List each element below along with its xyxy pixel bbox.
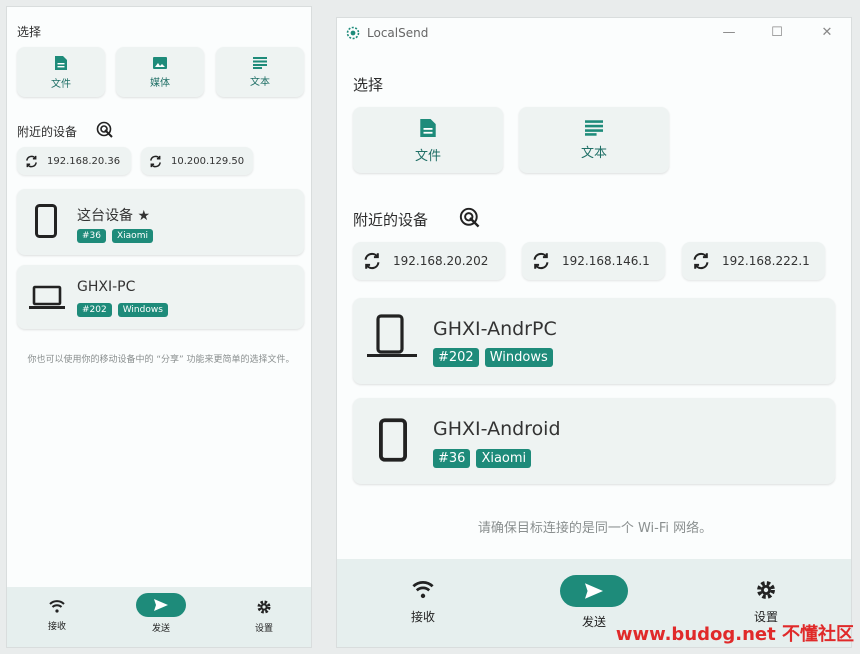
nav-send-label: 发送 — [581, 615, 606, 629]
gear-icon — [755, 579, 777, 601]
phone-laptop-icon — [367, 314, 417, 360]
nav-receive[interactable]: 接收 — [403, 579, 443, 625]
ip-chip-1[interactable]: 192.168.146.1 — [522, 242, 665, 280]
select-heading: 选择 — [17, 25, 42, 39]
device-name: GHXI-Android — [433, 418, 561, 440]
device-id-badge: #36 — [433, 449, 471, 468]
ip-chip-1[interactable]: 10.200.129.50 — [141, 147, 253, 175]
nearby-heading: 附近的设备 — [17, 125, 78, 139]
select-heading: 选择 — [353, 76, 384, 94]
refresh-icon — [149, 155, 162, 168]
nav-receive[interactable]: 接收 — [37, 599, 77, 632]
image-icon — [152, 56, 168, 70]
app-logo-icon — [346, 26, 360, 40]
site-watermark: www.budog.net 不懂社区 — [615, 624, 854, 645]
desktop-app-window: LocalSend — ☐ ✕ 选择 文件 文本 附近的设备 192.168.2… — [336, 17, 852, 648]
laptop-icon — [29, 285, 65, 311]
option-text-button[interactable]: 文本 — [216, 47, 304, 97]
option-text-label: 文本 — [580, 145, 607, 161]
nav-settings-label: 设置 — [254, 624, 273, 634]
option-media-label: 媒体 — [150, 77, 170, 89]
device-os-badge: Windows — [484, 348, 553, 367]
file-icon — [54, 55, 68, 71]
maximize-icon[interactable]: ☐ — [769, 25, 785, 41]
device-brand-badge: Xiaomi — [112, 229, 153, 243]
option-text-label: 文本 — [250, 76, 270, 88]
device-id-badge: #36 — [77, 229, 106, 243]
device-card-this[interactable]: 这台设备 ★ #36 Xiaomi — [17, 189, 304, 255]
nav-receive-label: 接收 — [410, 610, 435, 624]
device-os-badge: Windows — [117, 303, 168, 317]
device-id-badge: #202 — [77, 303, 112, 317]
wifi-hint: 请确保目标连接的是同一个 Wi-Fi 网络。 — [477, 521, 713, 536]
text-icon — [253, 56, 267, 69]
refresh-icon — [25, 155, 38, 168]
mobile-app-window: 选择 文件 媒体 文本 附近的设备 192.168.20.36 10.200.1… — [6, 6, 312, 648]
file-icon — [419, 117, 437, 139]
refresh-icon — [363, 252, 381, 270]
minimize-icon[interactable]: — — [721, 25, 737, 41]
refresh-icon — [692, 252, 710, 270]
ip-chip-0-label: 192.168.20.202 — [393, 254, 489, 268]
scan-icon[interactable] — [459, 207, 481, 229]
device-card-android[interactable]: GHXI-Android #36 Xiaomi — [353, 398, 835, 484]
app-title: LocalSend — [367, 26, 429, 40]
option-file-button[interactable]: 文件 — [17, 47, 105, 97]
refresh-icon — [532, 252, 550, 270]
option-file-label: 文件 — [51, 78, 71, 90]
ip-chip-0-label: 192.168.20.36 — [47, 155, 121, 167]
device-id-badge: #202 — [433, 348, 479, 367]
ip-chip-2[interactable]: 192.168.222.1 — [682, 242, 825, 280]
ip-chip-0[interactable]: 192.168.20.36 — [17, 147, 131, 175]
phone-icon — [35, 204, 57, 238]
wifi-icon — [49, 599, 65, 613]
text-icon — [585, 119, 603, 136]
close-icon[interactable]: ✕ — [819, 25, 835, 41]
nav-settings[interactable]: 设置 — [746, 579, 786, 625]
nav-send[interactable]: 发送 — [135, 593, 187, 634]
option-file-button[interactable]: 文件 — [353, 107, 503, 173]
device-name: GHXI-PC — [77, 279, 136, 295]
device-card-pc[interactable]: GHXI-PC #202 Windows — [17, 265, 304, 329]
bottom-nav: 接收 发送 设置 — [7, 587, 311, 647]
device-name: 这台设备 ★ — [77, 208, 151, 224]
wifi-icon — [412, 579, 434, 599]
ip-chip-0[interactable]: 192.168.20.202 — [353, 242, 505, 280]
device-card-pc[interactable]: GHXI-AndrPC #202 Windows — [353, 298, 835, 384]
nav-send-label: 发送 — [151, 624, 170, 634]
nav-receive-label: 接收 — [47, 622, 66, 632]
option-text-button[interactable]: 文本 — [519, 107, 669, 173]
ip-chip-1-label: 192.168.146.1 — [562, 254, 650, 268]
option-file-label: 文件 — [414, 148, 441, 164]
ip-chip-1-label: 10.200.129.50 — [171, 155, 245, 167]
send-icon — [136, 593, 186, 617]
send-icon — [560, 575, 628, 607]
nearby-heading: 附近的设备 — [353, 211, 429, 229]
device-brand-badge: Xiaomi — [476, 449, 532, 468]
nav-settings[interactable]: 设置 — [244, 599, 284, 634]
ip-chip-2-label: 192.168.222.1 — [722, 254, 810, 268]
share-hint: 你也可以使用你的移动设备中的 “分享” 功能来更简单的选择文件。 — [27, 355, 295, 365]
scan-icon[interactable] — [96, 121, 114, 139]
title-bar: LocalSend — ☐ ✕ — [337, 18, 851, 48]
phone-icon — [379, 418, 407, 462]
option-media-button[interactable]: 媒体 — [116, 47, 204, 97]
device-name: GHXI-AndrPC — [433, 318, 557, 340]
gear-icon — [256, 599, 272, 615]
